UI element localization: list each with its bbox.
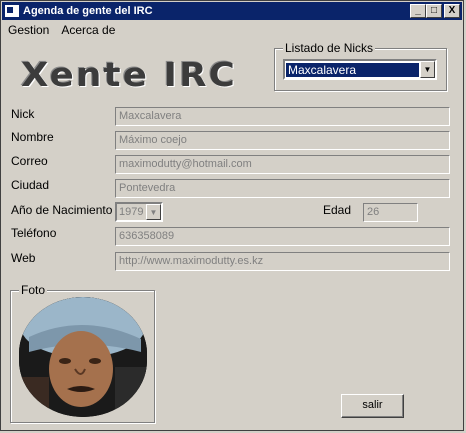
app-window: Agenda de gente del IRC _ □ X Gestion Ac… (0, 0, 464, 431)
close-button[interactable]: X (444, 4, 460, 18)
nick-list-group: Listado de Nicks Maxcalavera ▼ (274, 41, 447, 91)
nick-list-selected: Maxcalavera (286, 62, 419, 77)
ciudad-label: Ciudad (11, 178, 50, 192)
web-label: Web (11, 251, 36, 265)
nacimiento-combo[interactable]: 1979 ▼ (115, 202, 163, 222)
menu-acerca-de[interactable]: Acerca de (55, 23, 121, 37)
profile-photo-image (19, 297, 147, 417)
profile-photo (19, 297, 147, 417)
nombre-label: Nombre (11, 130, 54, 144)
telefono-field[interactable]: 636358089 (115, 227, 450, 246)
window-title: Agenda de gente del IRC (23, 5, 153, 17)
correo-field[interactable]: maximodutty@hotmail.com (115, 155, 450, 174)
nick-label: Nick (11, 107, 35, 121)
ciudad-field[interactable]: Pontevedra (115, 179, 450, 198)
chevron-down-icon[interactable]: ▼ (420, 61, 435, 78)
edad-label: Edad (323, 203, 352, 217)
nick-list-combo[interactable]: Maxcalavera ▼ (283, 59, 437, 80)
maximize-button[interactable]: □ (426, 4, 442, 18)
nacimiento-value: 1979 (119, 206, 144, 218)
correo-label: Correo (11, 154, 48, 168)
menu-bar: Gestion Acerca de (2, 21, 462, 39)
menu-gestion[interactable]: Gestion (2, 23, 55, 37)
telefono-label: Teléfono (11, 226, 57, 240)
nombre-field[interactable]: Máximo coejo (115, 131, 450, 150)
salir-button[interactable]: salir (341, 394, 404, 418)
app-logo: Xente IRC (21, 55, 237, 94)
title-bar[interactable]: Agenda de gente del IRC _ □ X (2, 2, 462, 20)
nick-field[interactable]: Maxcalavera (115, 107, 450, 126)
web-field[interactable]: http://www.maximodutty.es.kz (115, 252, 450, 271)
foto-group-title: Foto (19, 283, 48, 297)
edad-field[interactable]: 26 (363, 203, 418, 222)
nacimiento-label: Año de Nacimiento (11, 203, 113, 217)
app-icon[interactable] (5, 5, 19, 17)
chevron-down-icon[interactable]: ▼ (146, 204, 161, 220)
minimize-button[interactable]: _ (410, 4, 426, 18)
nick-list-group-title: Listado de Nicks (283, 41, 376, 55)
